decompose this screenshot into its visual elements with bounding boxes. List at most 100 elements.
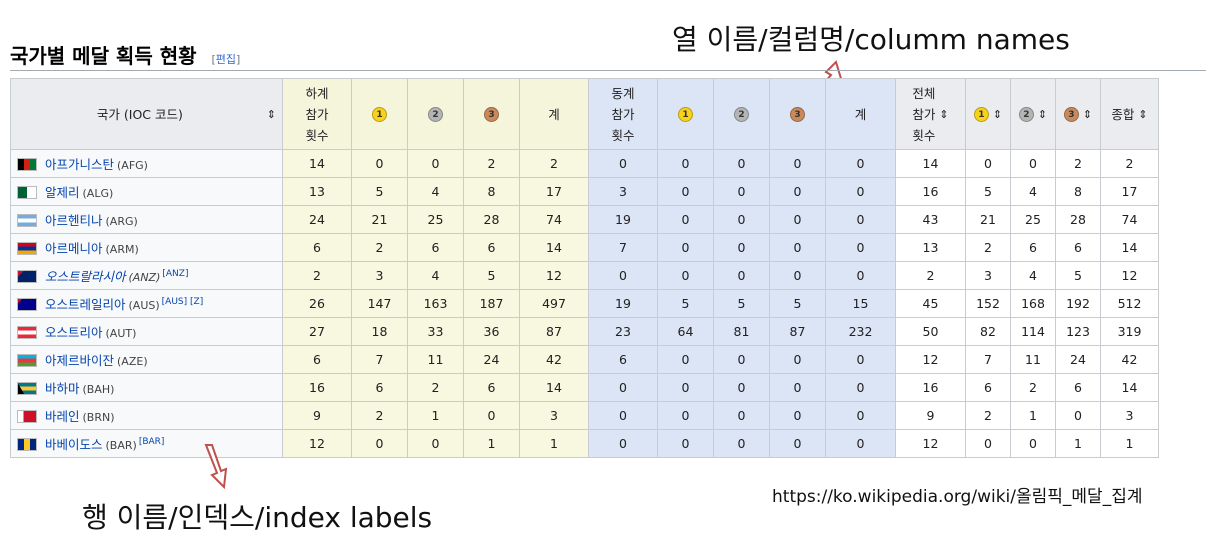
winter-cell: 0 bbox=[713, 233, 770, 262]
country-link[interactable]: 오스트레일리아 bbox=[45, 297, 126, 312]
winter-cell: 0 bbox=[657, 373, 714, 402]
header-winter-games-line: 참가 bbox=[611, 106, 635, 122]
country-link[interactable]: 알제리 bbox=[45, 185, 80, 200]
total-cell: 12 bbox=[895, 345, 966, 374]
sort-icon[interactable]: ⇕ bbox=[939, 104, 948, 125]
country-link[interactable]: 아르헨티나 bbox=[45, 213, 103, 228]
sort-icon[interactable]: ⇕ bbox=[267, 104, 276, 125]
summer-cell: 27 bbox=[282, 317, 352, 346]
medal-table: 국가 (IOC 코드) ⇕ 하계 참가 횟수 1 2 3 계 동계 참가 횟수 1 2 3 계 전체 참가 횟수 ⇕ 1… bbox=[10, 78, 1159, 458]
header-summer-gold: 1 bbox=[351, 78, 408, 150]
summer-cell: 2 bbox=[463, 149, 520, 178]
header-total-bronze[interactable]: 3 ⇕ bbox=[1055, 78, 1101, 150]
summer-cell: 18 bbox=[351, 317, 408, 346]
country-link[interactable]: 아프가니스탄 bbox=[45, 157, 114, 172]
total-cell: 16 bbox=[895, 177, 966, 206]
country-link[interactable]: 바레인 bbox=[45, 409, 80, 424]
winter-cell: 0 bbox=[588, 429, 658, 458]
header-winter-games: 동계 참가 횟수 bbox=[588, 78, 658, 150]
summer-cell: 2 bbox=[407, 373, 464, 402]
summer-cell: 2 bbox=[282, 261, 352, 290]
total-cell: 3 bbox=[1100, 401, 1159, 430]
header-summer-silver: 2 bbox=[407, 78, 464, 150]
winter-cell: 0 bbox=[825, 373, 896, 402]
source-url: https://ko.wikipedia.org/wiki/올림픽_메달_집계 bbox=[772, 487, 1143, 507]
total-cell: 24 bbox=[1055, 345, 1101, 374]
winter-cell: 7 bbox=[588, 233, 658, 262]
summer-cell: 33 bbox=[407, 317, 464, 346]
sort-icon[interactable]: ⇕ bbox=[1138, 104, 1147, 125]
gold-medal-icon: 1 bbox=[973, 106, 989, 122]
header-total-gold[interactable]: 1 ⇕ bbox=[965, 78, 1011, 150]
bronze-medal-icon: 3 bbox=[1063, 106, 1079, 122]
winter-cell: 0 bbox=[825, 401, 896, 430]
total-cell: 12 bbox=[895, 429, 966, 458]
header-total-games-line: 참가 bbox=[912, 106, 936, 122]
header-country[interactable]: 국가 (IOC 코드) ⇕ bbox=[10, 78, 283, 150]
header-total-games-line: 전체 bbox=[912, 85, 936, 101]
footnote-link[interactable]: [ANZ] bbox=[162, 269, 188, 279]
summer-cell: 187 bbox=[463, 289, 520, 318]
total-cell: 2 bbox=[1010, 373, 1056, 402]
summer-cell: 0 bbox=[351, 429, 408, 458]
header-row: 국가 (IOC 코드) ⇕ 하계 참가 횟수 1 2 3 계 동계 참가 횟수 1 2 3 계 전체 참가 횟수 ⇕ 1… bbox=[10, 78, 1159, 150]
summer-cell: 2 bbox=[351, 233, 408, 262]
summer-cell: 87 bbox=[519, 317, 589, 346]
header-winter-games-line: 횟수 bbox=[611, 127, 635, 143]
summer-cell: 6 bbox=[463, 373, 520, 402]
country-link[interactable]: 바베이도스 bbox=[45, 437, 103, 452]
total-cell: 168 bbox=[1010, 289, 1056, 318]
flag-icon bbox=[17, 298, 37, 311]
summer-cell: 21 bbox=[351, 205, 408, 234]
header-total-games[interactable]: 전체 참가 횟수 ⇕ bbox=[895, 78, 966, 150]
country-link[interactable]: 아르메니아 bbox=[45, 241, 103, 256]
summer-cell: 7 bbox=[351, 345, 408, 374]
winter-cell: 0 bbox=[713, 261, 770, 290]
summer-cell: 2 bbox=[519, 149, 589, 178]
footnote-link[interactable]: [AUS] [Z] bbox=[162, 297, 204, 307]
bronze-medal-icon: 3 bbox=[790, 106, 805, 122]
total-cell: 1 bbox=[1010, 401, 1056, 430]
summer-cell: 3 bbox=[351, 261, 408, 290]
summer-cell: 14 bbox=[519, 373, 589, 402]
sort-icon[interactable]: ⇕ bbox=[993, 104, 1002, 125]
total-cell: 14 bbox=[1100, 373, 1159, 402]
winter-cell: 0 bbox=[588, 373, 658, 402]
arrow-down-icon bbox=[204, 444, 228, 489]
table-body: 아프가니스탄 (AFG) 14 0 0 2 2 0 0 0 0 0 14 0 0 2 2 알제리 (ALG) 13 5 4… bbox=[10, 149, 1159, 458]
country-link[interactable]: 바하마 bbox=[45, 381, 80, 396]
header-summer-games: 하계 참가 횟수 bbox=[282, 78, 352, 150]
ioc-code: (AFG) bbox=[117, 159, 148, 172]
summer-cell: 6 bbox=[351, 373, 408, 402]
sort-icon[interactable]: ⇕ bbox=[1083, 104, 1092, 125]
country-link[interactable]: 오스트랄라시아 bbox=[45, 269, 126, 284]
winter-cell: 0 bbox=[588, 261, 658, 290]
footnote-link[interactable]: [BAR] bbox=[139, 437, 165, 447]
table-row: 오스트랄라시아 (ANZ) [ANZ] 2 3 4 5 12 0 0 0 0 0 2 3 4 5 12 bbox=[10, 261, 1159, 290]
sort-icon[interactable]: ⇕ bbox=[1038, 104, 1047, 125]
header-total-silver[interactable]: 2 ⇕ bbox=[1010, 78, 1056, 150]
total-cell: 3 bbox=[965, 261, 1011, 290]
summer-cell: 42 bbox=[519, 345, 589, 374]
summer-cell: 147 bbox=[351, 289, 408, 318]
summer-cell: 16 bbox=[282, 373, 352, 402]
winter-cell: 0 bbox=[657, 233, 714, 262]
header-grand-total[interactable]: 종합 ⇕ bbox=[1100, 78, 1159, 150]
country-link[interactable]: 아제르바이잔 bbox=[45, 353, 114, 368]
summer-cell: 24 bbox=[463, 345, 520, 374]
country-cell: 아프가니스탄 (AFG) bbox=[10, 149, 283, 178]
winter-cell: 0 bbox=[769, 149, 826, 178]
total-cell: 0 bbox=[1055, 401, 1101, 430]
winter-cell: 5 bbox=[713, 289, 770, 318]
country-link[interactable]: 오스트리아 bbox=[45, 325, 103, 340]
summer-cell: 4 bbox=[407, 261, 464, 290]
total-cell: 43 bbox=[895, 205, 966, 234]
header-summer-games-line: 횟수 bbox=[305, 127, 329, 143]
winter-cell: 232 bbox=[825, 317, 896, 346]
total-cell: 0 bbox=[1010, 429, 1056, 458]
winter-cell: 0 bbox=[657, 429, 714, 458]
winter-cell: 0 bbox=[588, 401, 658, 430]
bronze-medal-icon: 3 bbox=[484, 106, 499, 122]
section-title-text: 국가별 메달 획득 현황 bbox=[10, 44, 197, 68]
edit-link[interactable]: 편집 bbox=[216, 53, 236, 66]
